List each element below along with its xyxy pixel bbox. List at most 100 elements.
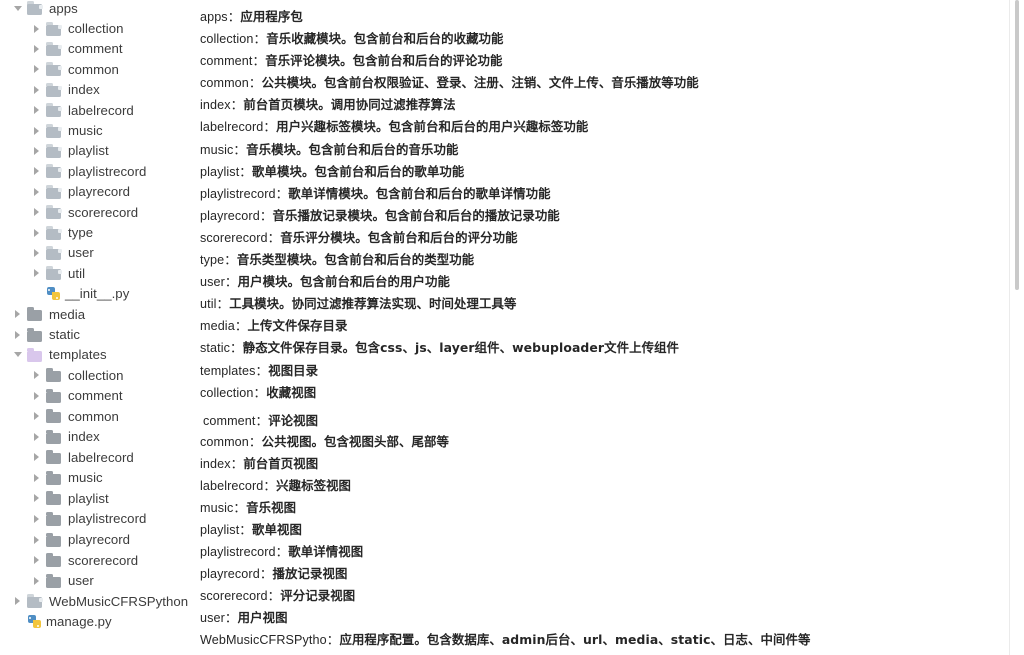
annotation-description: 歌单视图: [252, 522, 302, 537]
annotation-description: 音乐类型模块。包含前台和后台的类型功能: [236, 252, 475, 267]
annotation-separator: ：: [230, 457, 244, 471]
vertical-scrollbar-thumb[interactable]: [1015, 0, 1019, 290]
annotation-separator: ：: [255, 414, 269, 428]
annotation-separator: ：: [275, 545, 289, 559]
annotation-name: common: [200, 435, 249, 449]
annotation-description: 前台首页视图: [243, 456, 319, 471]
annotation-name: user: [200, 275, 225, 289]
annotation-line: index：前台首页视图: [200, 453, 318, 472]
annotation-separator: ：: [224, 253, 237, 267]
annotation-description: 歌单详情视图: [288, 544, 364, 559]
annotation-description: 音乐视图: [246, 500, 297, 515]
annotation-description: 兴趣标签视图: [276, 478, 352, 493]
annotation-name: music: [200, 501, 234, 515]
annotation-name: comment: [200, 54, 253, 68]
annotation-name: collection: [200, 32, 254, 46]
annotation-separator: ：: [267, 589, 281, 603]
annotation-line: scorerecord：评分记录视图: [200, 585, 355, 604]
annotation-description: 静态文件保存目录。包含css、js、layer组件、webuploader文件上…: [242, 340, 680, 355]
annotation-separator: ：: [224, 275, 238, 289]
annotation-line: util：工具模块。协同过滤推荐算法实现、时间处理工具等: [200, 293, 517, 312]
annotation-separator: ：: [239, 523, 252, 537]
annotation-line: collection：音乐收藏模块。包含前台和后台的收藏功能: [200, 28, 504, 47]
annotation-line: comment：音乐评论模块。包含前台和后台的评论功能: [200, 50, 503, 69]
annotation-separator: ：: [259, 567, 273, 581]
annotation-name: media: [200, 319, 235, 333]
annotation-separator: ：: [252, 54, 266, 68]
annotation-description: 音乐收藏模块。包含前台和后台的收藏功能: [266, 31, 504, 46]
annotation-name: static: [200, 341, 230, 355]
annotation-line: playlist：歌单视图: [200, 519, 302, 538]
annotation-line: collection：收藏视图: [200, 382, 316, 401]
annotation-name: WebMusicCFRSPytho: [200, 633, 327, 647]
annotation-name: index: [200, 98, 231, 112]
annotation-line: music：音乐模块。包含前台和后台的音乐功能: [200, 139, 458, 158]
annotation-line: WebMusicCFRSPytho：应用程序配置。包含数据库、admin后台、u…: [200, 629, 810, 648]
annotation-column: apps：应用程序包 collection：音乐收藏模块。包含前台和后台的收藏功能…: [0, 0, 1010, 655]
annotation-name: labelrecord: [200, 479, 264, 493]
annotation-name: labelrecord: [200, 120, 264, 134]
vertical-scrollbar-track[interactable]: [1009, 0, 1024, 655]
annotation-description: 应用程序配置。包含数据库、admin后台、url、media、static、日志…: [339, 632, 811, 647]
annotation-name: type: [200, 253, 225, 267]
annotation-separator: ：: [234, 319, 248, 333]
annotation-line: common：公共视图。包含视图头部、尾部等: [200, 431, 449, 450]
annotation-name: playlistrecord: [200, 187, 276, 201]
annotation-line: playlist：歌单模块。包含前台和后台的歌单功能: [200, 161, 464, 180]
annotation-description: 评分记录视图: [280, 588, 356, 603]
annotation-separator: ：: [216, 297, 230, 311]
annotation-name: playlistrecord: [200, 545, 276, 559]
annotation-line: user：用户模块。包含前台和后台的用户功能: [200, 271, 450, 290]
annotation-separator: ：: [224, 611, 238, 625]
annotation-separator: ：: [253, 32, 267, 46]
annotation-description: 上传文件保存目录: [247, 318, 348, 333]
annotation-line: scorerecord：音乐评分模块。包含前台和后台的评分功能: [200, 227, 518, 246]
annotation-description: 歌单模块。包含前台和后台的歌单功能: [252, 164, 465, 179]
annotation-description: 用户兴趣标签模块。包含前台和后台的用户兴趣标签功能: [276, 119, 589, 134]
annotation-description: 工具模块。协同过滤推荐算法实现、时间处理工具等: [229, 296, 517, 311]
annotation-description: 公共视图。包含视图头部、尾部等: [261, 434, 449, 449]
annotation-line: playlistrecord：歌单详情视图: [200, 541, 363, 560]
annotation-name: util: [200, 297, 217, 311]
annotation-separator: ：: [239, 165, 252, 179]
annotation-description: 用户模块。包含前台和后台的用户功能: [237, 274, 450, 289]
annotation-line: music：音乐视图: [200, 497, 296, 516]
annotation-name: playlist: [200, 523, 240, 537]
annotation-separator: ：: [233, 501, 247, 515]
annotation-name: templates: [200, 364, 256, 378]
annotation-separator: ：: [253, 386, 267, 400]
annotation-name: common: [200, 76, 249, 90]
annotation-description: 公共模块。包含前台权限验证、登录、注册、注销、文件上传、音乐播放等功能: [261, 75, 699, 90]
annotation-name: playrecord: [200, 209, 260, 223]
annotation-description: 音乐评论模块。包含前台和后台的评论功能: [265, 53, 503, 68]
annotation-name: music: [200, 143, 234, 157]
annotation-name: scorerecord: [200, 589, 268, 603]
annotation-name: comment: [203, 414, 256, 428]
annotation-description: 评论视图: [268, 413, 319, 428]
annotation-name: scorerecord: [200, 231, 268, 245]
annotation-separator: ：: [233, 143, 247, 157]
annotation-separator: ：: [326, 633, 340, 647]
annotation-separator: ：: [255, 364, 269, 378]
annotation-separator: ：: [227, 10, 241, 24]
annotation-description: 用户视图: [237, 610, 288, 625]
annotation-line: static：静态文件保存目录。包含css、js、layer组件、webuplo…: [200, 337, 679, 356]
annotation-description: 应用程序包: [240, 9, 303, 24]
annotation-line: type：音乐类型模块。包含前台和后台的类型功能: [200, 249, 474, 268]
annotation-separator: ：: [267, 231, 281, 245]
annotation-line: media：上传文件保存目录: [200, 315, 347, 334]
annotation-name: apps: [200, 10, 228, 24]
annotation-name: index: [200, 457, 231, 471]
annotation-line: templates：视图目录: [200, 360, 318, 379]
annotation-line: labelrecord：用户兴趣标签模块。包含前台和后台的用户兴趣标签功能: [200, 116, 588, 135]
annotation-name: collection: [200, 386, 254, 400]
annotation-line: comment：评论视图: [203, 410, 318, 429]
annotation-name: user: [200, 611, 225, 625]
file-tree-annotated-view: apps collection comment common index labelrec…: [0, 0, 1024, 655]
annotation-separator: ：: [248, 76, 262, 90]
annotation-description: 收藏视图: [266, 385, 317, 400]
annotation-description: 播放记录视图: [272, 566, 348, 581]
annotation-name: playlist: [200, 165, 240, 179]
annotation-separator: ：: [230, 341, 243, 355]
annotation-line: user：用户视图: [200, 607, 288, 626]
